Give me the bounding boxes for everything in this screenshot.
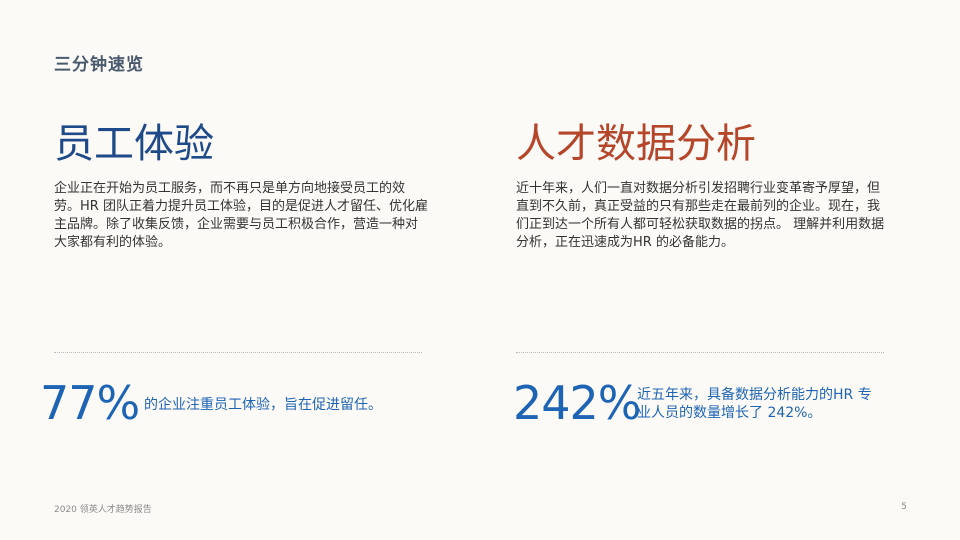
footer-source: 2020 领英人才趋势报告 xyxy=(54,505,152,515)
slide: 三分钟速览 员工体验 企业正在开始为员工服务，而不再只是单方向地接受员工的效劳。… xyxy=(0,0,960,540)
talent-analytics-heading: 人才数据分析 xyxy=(516,121,756,167)
employee-experience-column: 员工体验 企业正在开始为员工服务，而不再只是单方向地接受员工的效劳。HR 团队正… xyxy=(54,116,434,252)
page-number: 5 xyxy=(901,502,907,512)
employee-experience-stat-text: 的企业注重员工体验，旨在促进留任。 xyxy=(144,397,382,413)
talent-analytics-stat-value: 242% xyxy=(513,376,642,430)
section-kicker: 三分钟速览 xyxy=(54,55,144,75)
employee-experience-stat-value: 77% xyxy=(40,376,140,430)
right-divider xyxy=(516,352,884,353)
talent-analytics-body: 近十年来，人们一直对数据分析引发招聘行业变革寄予厚望，但直到不久前，真正受益的只… xyxy=(516,181,885,250)
talent-analytics-stat-text: 近五年来，具备数据分析能力的HR 专业人员的数量增长了 242%。 xyxy=(637,387,872,421)
employee-experience-heading: 员工体验 xyxy=(54,121,214,167)
left-divider xyxy=(54,352,422,353)
talent-analytics-column: 人才数据分析 近十年来，人们一直对数据分析引发招聘行业变革寄予厚望，但直到不久前… xyxy=(516,116,896,252)
employee-experience-body: 企业正在开始为员工服务，而不再只是单方向地接受员工的效劳。HR 团队正着力提升员… xyxy=(54,181,428,250)
